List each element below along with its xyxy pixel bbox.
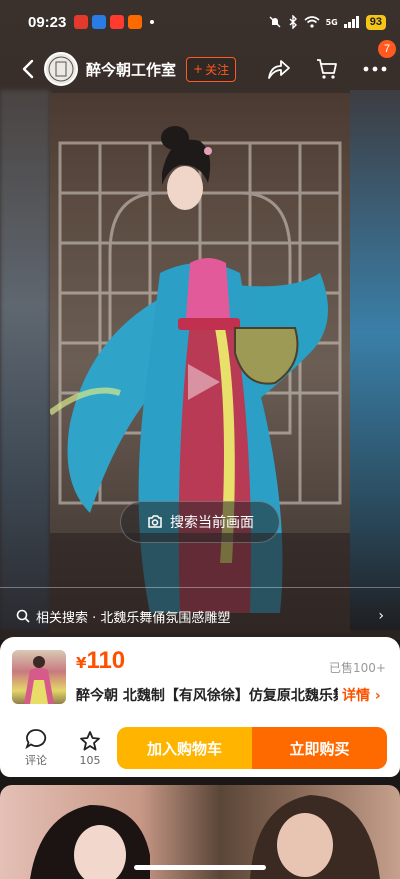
favorite-count: 105 xyxy=(79,753,101,767)
share-button[interactable] xyxy=(266,56,292,82)
sold-count: 已售100+ xyxy=(329,661,386,675)
currency-symbol: ¥ xyxy=(76,654,87,672)
details-link[interactable]: 详情 › xyxy=(342,685,381,705)
star-icon xyxy=(80,730,100,750)
follow-button[interactable]: + 关注 xyxy=(186,56,237,82)
back-button[interactable] xyxy=(18,57,38,81)
more-dots-icon xyxy=(363,66,387,72)
app-notification-icon xyxy=(92,15,107,29)
favorite-button[interactable]: 105 xyxy=(66,730,114,767)
signal-icon xyxy=(343,16,359,28)
video-player[interactable]: 搜索当前画面 相关搜索 · 北魏乐舞俑氛围感雕塑 › xyxy=(0,0,400,640)
more-notifications-dot xyxy=(150,20,155,24)
play-icon[interactable] xyxy=(168,350,232,414)
product-title-row[interactable]: 醉今朝 北魏制【有风徐徐】仿复原北魏乐舞俑 详情 › xyxy=(76,685,386,705)
details-label: 详情 xyxy=(342,688,370,704)
comment-button[interactable]: 评论 xyxy=(12,728,60,768)
chevron-right-icon: › xyxy=(378,608,384,624)
share-icon xyxy=(268,60,290,79)
search-icon xyxy=(16,609,30,623)
product-actions: 评论 105 加入购物车 立即购买 xyxy=(0,723,400,773)
app-notification-icon xyxy=(110,15,125,29)
video-progress-bar[interactable] xyxy=(0,587,400,588)
notification-icons xyxy=(74,15,155,29)
nav-actions: 7 xyxy=(266,40,396,82)
chevron-left-icon xyxy=(22,59,34,79)
video-blur-right xyxy=(350,90,400,630)
search-current-frame-button[interactable]: 搜索当前画面 xyxy=(120,501,280,543)
status-right: 5G 93 xyxy=(268,14,386,30)
shop-avatar[interactable] xyxy=(44,52,78,86)
weibo-notification-icon xyxy=(74,15,89,29)
related-search-bar[interactable]: 相关搜索 · 北魏乐舞俑氛围感雕塑 › xyxy=(0,600,400,632)
mute-bell-icon xyxy=(269,16,281,28)
battery-indicator: 93 xyxy=(365,14,386,30)
cart-icon xyxy=(317,59,337,79)
product-thumbnail[interactable] xyxy=(12,650,66,704)
add-to-cart-button[interactable]: 加入购物车 xyxy=(117,727,252,769)
purchase-buttons: 加入购物车 立即购买 xyxy=(117,727,387,769)
product-thumbnail-image xyxy=(24,656,54,704)
home-indicator[interactable] xyxy=(134,865,266,870)
notification-badge: 7 xyxy=(378,40,396,58)
status-time: 09:23 xyxy=(28,13,67,31)
cart-button[interactable] xyxy=(314,56,340,82)
status-bar: 09:23 5G 93 xyxy=(0,0,400,44)
network-type: 5G xyxy=(325,17,338,27)
more-button[interactable]: 7 xyxy=(362,40,396,82)
video-blur-left xyxy=(0,90,50,630)
camera-search-icon xyxy=(148,515,162,528)
product-title[interactable]: 醉今朝 北魏制【有风徐徐】仿复原北魏乐舞俑 xyxy=(76,685,338,705)
comment-icon xyxy=(25,729,47,750)
search-frame-label: 搜索当前画面 xyxy=(170,515,254,531)
shop-logo-seal xyxy=(48,56,74,82)
follow-label: 关注 xyxy=(205,62,230,77)
plus-icon: + xyxy=(193,62,204,76)
buy-now-button[interactable]: 立即购买 xyxy=(252,727,387,769)
related-search-text: 相关搜索 · 北魏乐舞俑氛围感雕塑 xyxy=(36,610,231,626)
wifi-icon xyxy=(304,16,320,28)
price-value: 110 xyxy=(86,647,126,674)
taobao-notification-icon xyxy=(128,15,143,29)
top-navigation: 醉今朝工作室 + 关注 7 xyxy=(0,40,400,88)
shop-name[interactable]: 醉今朝工作室 xyxy=(86,59,176,80)
product-price: ¥ 110 xyxy=(76,647,125,675)
bluetooth-icon xyxy=(289,15,297,29)
comment-label: 评论 xyxy=(25,754,47,767)
product-card[interactable]: ¥ 110 已售100+ 醉今朝 北魏制【有风徐徐】仿复原北魏乐舞俑 详情 › … xyxy=(0,637,400,777)
